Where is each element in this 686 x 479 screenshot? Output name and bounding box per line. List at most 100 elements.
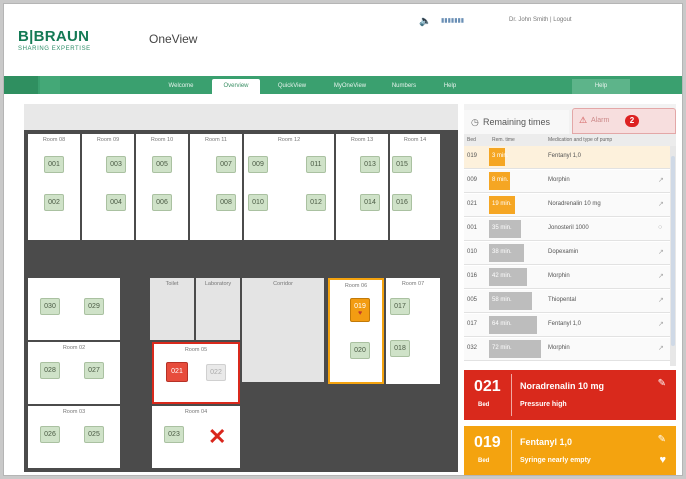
bed-013[interactable]: 013: [360, 156, 380, 173]
bed-028[interactable]: 028: [40, 362, 60, 379]
tab-quickview[interactable]: QuickView: [266, 79, 318, 94]
room-11[interactable]: Room 11 007 008: [190, 134, 242, 240]
room-10[interactable]: Room 10 005 006: [136, 134, 188, 240]
bed-009[interactable]: 009: [248, 156, 268, 173]
tab-overview[interactable]: Overview: [212, 79, 260, 94]
room-label: Room 07: [401, 281, 425, 287]
tab-help[interactable]: Help: [432, 79, 468, 94]
room-04[interactable]: Room 04 023 ✕: [152, 406, 240, 468]
room-05[interactable]: Room 05 021 022: [152, 342, 240, 404]
bbraun-logo: B|BRAUN SHARING EXPERTISE: [18, 28, 91, 52]
bed-026[interactable]: 026: [40, 426, 60, 443]
user-info-link[interactable]: Dr. John Smith | Logout: [509, 17, 572, 23]
bed-003[interactable]: 003: [106, 156, 126, 173]
scrollbar-thumb[interactable]: [671, 156, 675, 346]
room-03[interactable]: Room 03 026 025: [28, 406, 120, 468]
pump-row[interactable]: 032 72 min. Morphin ↗: [464, 338, 670, 361]
bed-015[interactable]: 015: [392, 156, 412, 173]
alarm-card[interactable]: 021 Bed Noradrenalin 10 mg Pressure high…: [464, 370, 676, 420]
row-medication: Jonosteril 1000: [548, 225, 589, 231]
bed-025[interactable]: 025: [84, 426, 104, 443]
clock-icon: ◷: [471, 117, 479, 127]
room-06[interactable]: Room 06 019 ♥ 020: [328, 278, 384, 384]
row-bed: 010: [467, 249, 478, 255]
row-bed: 032: [467, 345, 478, 351]
bed-006[interactable]: 006: [152, 194, 172, 211]
bed-018[interactable]: 018: [390, 340, 410, 357]
bed-001[interactable]: 001: [44, 156, 64, 173]
brand-tagline: SHARING EXPERTISE: [18, 46, 91, 52]
alarm-drug: Noradrenalin 10 mg: [520, 381, 605, 391]
bed-004[interactable]: 004: [106, 194, 126, 211]
bed-007[interactable]: 007: [216, 156, 236, 173]
room-13[interactable]: Room 13 013 014: [336, 134, 388, 240]
nav-accent-block: [4, 76, 38, 94]
bed-027[interactable]: 027: [84, 362, 104, 379]
bed-008[interactable]: 008: [216, 194, 236, 211]
pump-type-icon: ↗: [658, 249, 664, 256]
room-label: Laboratory: [204, 281, 232, 287]
pump-row[interactable]: 009 8 min. Morphin ↗: [464, 170, 670, 193]
room-label: Room 14: [403, 137, 427, 143]
row-bed: 019: [467, 153, 478, 159]
col-bed: Bed: [467, 137, 476, 143]
pump-row[interactable]: 016 42 min. Morphin ↗: [464, 266, 670, 289]
pump-type-icon: ↗: [658, 201, 664, 208]
alarm-bed-label: Bed: [478, 402, 490, 408]
room-label: Room 09: [96, 137, 120, 143]
room-02[interactable]: Room 02 028 027: [28, 342, 120, 404]
room-12[interactable]: Room 12 009 011 010 012: [244, 134, 334, 240]
pump-row[interactable]: 005 58 min. Thiopental ↗: [464, 290, 670, 313]
row-bed: 016: [467, 273, 478, 279]
pump-icon[interactable]: ✎: [658, 378, 666, 389]
row-time: 8 min.: [492, 177, 509, 183]
room-label: Room 10: [150, 137, 174, 143]
pump-icon[interactable]: ✎: [658, 434, 666, 445]
row-time: 19 min.: [492, 201, 512, 207]
row-bed: 021: [467, 201, 478, 207]
tab-welcome[interactable]: Welcome: [156, 79, 206, 94]
bed-002[interactable]: 002: [44, 194, 64, 211]
pump-row[interactable]: 017 64 min. Fentanyl 1,0 ↗: [464, 314, 670, 337]
room-14[interactable]: Room 14 015 016: [390, 134, 440, 240]
room-09[interactable]: Room 09 003 004: [82, 134, 134, 240]
tab-myoneview[interactable]: MyOneView: [324, 79, 376, 94]
bed-029[interactable]: 029: [84, 298, 104, 315]
bed-016[interactable]: 016: [392, 194, 412, 211]
bed-030[interactable]: 030: [40, 298, 60, 315]
bed-017[interactable]: 017: [390, 298, 410, 315]
floor-plan: Room 08 001 002 Room 09 003 004 Room 10 …: [24, 104, 458, 472]
main-nav: Welcome Overview QuickView MyOneView Num…: [4, 76, 682, 94]
col-med: Medication and type of pump: [548, 137, 613, 143]
bed-014[interactable]: 014: [360, 194, 380, 211]
bed-023[interactable]: 023: [164, 426, 184, 443]
volume-slider[interactable]: ▮▮▮▮▮▮▮: [441, 17, 464, 24]
bed-019[interactable]: 019 ♥: [350, 298, 370, 322]
nav-help-box[interactable]: Help: [572, 79, 630, 94]
bed-020[interactable]: 020: [350, 342, 370, 359]
bed-005[interactable]: 005: [152, 156, 172, 173]
bed-011[interactable]: 011: [306, 156, 326, 173]
bed-021[interactable]: 021: [166, 362, 188, 382]
bed-number: 019: [354, 303, 366, 310]
room-07[interactable]: Room 07 017 018: [386, 278, 440, 384]
room-label: Room 06: [344, 283, 368, 289]
pump-row[interactable]: 001 35 min. Jonosteril 1000 ○: [464, 218, 670, 241]
tab-alarm[interactable]: ⚠ Alarm 2: [572, 108, 676, 134]
warning-bed-label: Bed: [478, 458, 490, 464]
row-medication: Morphin: [548, 273, 570, 279]
speaker-icon[interactable]: 🔈: [419, 16, 431, 27]
brand-name: B|BRAUN: [18, 28, 90, 45]
pump-row[interactable]: 019 3 min. Fentanyl 1,0: [464, 146, 670, 169]
bed-012[interactable]: 012: [306, 194, 326, 211]
pump-row[interactable]: 021 19 min. Noradrenalin 10 mg ↗: [464, 194, 670, 217]
bed-022[interactable]: 022: [206, 364, 226, 381]
warning-card[interactable]: 019 Bed Fentanyl 1,0 Syringe nearly empt…: [464, 426, 676, 475]
tab-numbers[interactable]: Numbers: [382, 79, 426, 94]
panel-scrollbar[interactable]: [670, 146, 676, 366]
pump-row[interactable]: 010 38 min. Dopexamin ↗: [464, 242, 670, 265]
bed-010[interactable]: 010: [248, 194, 268, 211]
room-left-top[interactable]: 030 029: [28, 278, 120, 340]
room-08[interactable]: Room 08 001 002: [28, 134, 80, 240]
tab-remaining-times[interactable]: ◷ Remaining times: [464, 110, 569, 134]
